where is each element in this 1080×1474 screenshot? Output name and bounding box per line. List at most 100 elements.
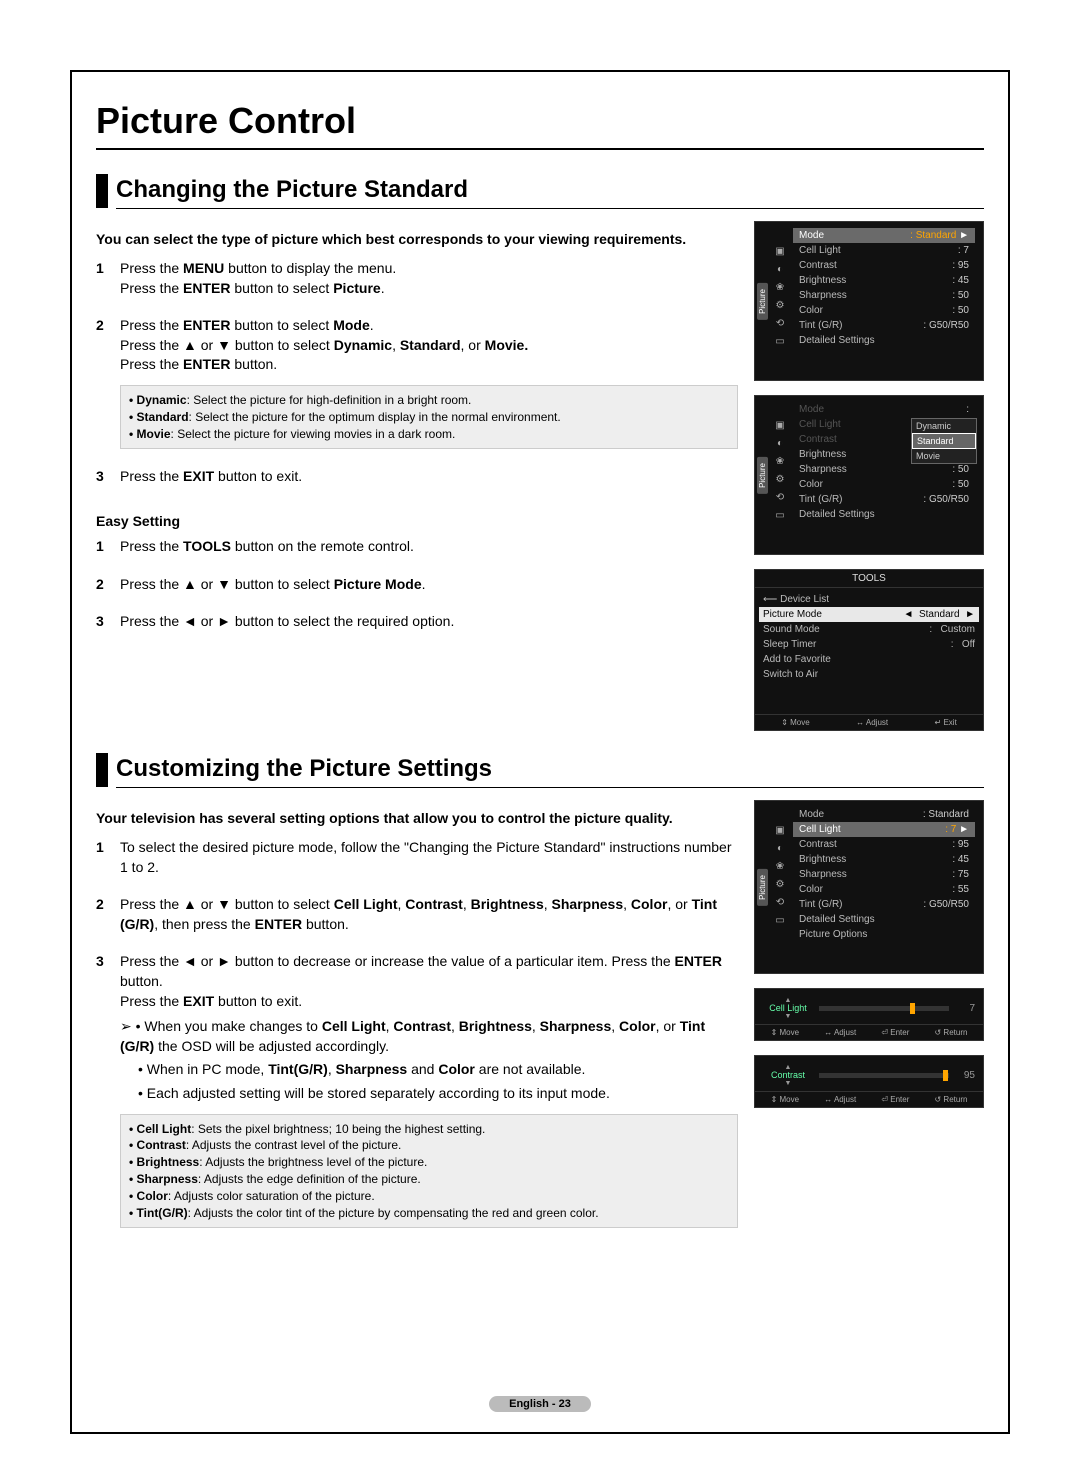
picture-icon: ▣ — [773, 418, 787, 432]
osd-side-label: Picture — [757, 869, 768, 906]
step3-body: Press the EXIT button to exit. — [120, 467, 738, 487]
osd-row: Tint (G/R): G50/R50 — [793, 897, 975, 912]
slider-value: 7 — [955, 1003, 975, 1014]
osd-panel-2: Picture ▣◐❀⚙⟲▭ Mode: Cell Light Contrast… — [754, 395, 984, 555]
page-footer: English - 23 — [72, 1398, 1008, 1410]
osd-icon-column: ▣ ◐ ❀ ⚙ ⟲ ▭ — [771, 244, 789, 348]
down-arrow-icon: ▼ — [785, 1013, 792, 1020]
channel-icon: ❀ — [773, 859, 787, 873]
slider-thumb — [943, 1070, 948, 1081]
step-num: 2 — [96, 575, 120, 595]
step-num: 2 — [96, 895, 120, 934]
osd-row: Mode: — [793, 402, 975, 417]
osd-row: Mode: Standard — [793, 807, 975, 822]
osd-icon-column: ▣ ◐ ❀ ⚙ ⟲ ▭ — [771, 823, 789, 927]
step-num: 3 — [96, 952, 120, 1228]
section-bar — [96, 174, 108, 208]
osd-row: Cell Light: 7 — [793, 243, 975, 258]
slider-track — [819, 1073, 949, 1078]
step-num: 2 — [96, 316, 120, 449]
osd-row: Brightness: 45 — [793, 852, 975, 867]
easy-step2: Press the ▲ or ▼ button to select Pictur… — [120, 575, 738, 595]
section-heading-2: Customizing the Picture Settings — [116, 753, 984, 788]
slider-footer: ⇕ Move↔ Adjust⏎ Enter↺ Return — [755, 1024, 983, 1040]
osd-row: Detailed Settings — [793, 333, 975, 348]
sound-icon: ◐ — [773, 841, 787, 855]
dropdown-option: Dynamic — [912, 419, 976, 433]
step2-body: Press the ENTER button to select Mode. P… — [120, 316, 738, 449]
slider-track — [819, 1006, 949, 1011]
slider-cell-light: ▲Cell Light▼ 7 ⇕ Move↔ Adjust⏎ Enter↺ Re… — [754, 988, 984, 1041]
osd-row: Sharpness: 50 — [793, 462, 975, 477]
tools-row: Add to Favorite — [763, 652, 975, 667]
step-num: 1 — [96, 537, 120, 557]
channel-icon: ❀ — [773, 280, 787, 294]
input-icon: ⟲ — [773, 895, 787, 909]
osd-row: Sharpness: 50 — [793, 288, 975, 303]
osd-row: Contrast: 95 — [793, 837, 975, 852]
tools-panel: TOOLS ⟵ Device List Picture Mode◄ Standa… — [754, 569, 984, 731]
dropdown-option: Movie — [912, 449, 976, 463]
step-num: 1 — [96, 838, 120, 877]
page-title: Picture Control — [96, 100, 984, 150]
intro-1: You can select the type of picture which… — [96, 231, 738, 247]
tools-footer: ⇕ Move↔ Adjust↵ Exit — [755, 714, 983, 730]
osd-row-cell-light: Cell Light: 7 ► — [793, 822, 975, 837]
mode-dropdown: Dynamic Standard Movie — [911, 418, 977, 464]
play-icon: ► — [959, 824, 969, 835]
input-icon: ⟲ — [773, 316, 787, 330]
osd-row: Contrast: 95 — [793, 258, 975, 273]
mode-descriptions: • Dynamic: Select the picture for high-d… — [120, 385, 738, 449]
osd-panel-3: Picture ▣ ◐ ❀ ⚙ ⟲ ▭ Mode: Standard Cell Light… — [754, 800, 984, 974]
picture-icon: ▣ — [773, 244, 787, 258]
tools-row: Sleep Timer: Off — [763, 637, 975, 652]
slider-value: 95 — [955, 1070, 975, 1081]
osd-row: Color: 50 — [793, 477, 975, 492]
intro-2: Your television has several setting opti… — [96, 810, 738, 826]
step-num: 1 — [96, 259, 120, 298]
s2-step2: Press the ▲ or ▼ button to select Cell L… — [120, 895, 738, 934]
osd-row: Color: 50 — [793, 303, 975, 318]
s2-step1: To select the desired picture mode, foll… — [120, 838, 738, 877]
osd-panel-1: Picture ▣ ◐ ❀ ⚙ ⟲ ▭ Mode: Standard ► Cel… — [754, 221, 984, 381]
slider-thumb — [910, 1003, 915, 1014]
tools-row: ⟵ Device List — [763, 592, 975, 607]
picture-icon: ▣ — [773, 823, 787, 837]
tools-row-picture-mode: Picture Mode◄ Standard ► — [759, 607, 979, 622]
osd-row: Color: 55 — [793, 882, 975, 897]
app-icon: ▭ — [773, 334, 787, 348]
input-icon: ⟲ — [773, 490, 787, 504]
easy-step1: Press the TOOLS button on the remote con… — [120, 537, 738, 557]
osd-row: Brightness: 45 — [793, 273, 975, 288]
tools-row: Sound Mode: Custom — [763, 622, 975, 637]
osd-row: Sharpness: 75 — [793, 867, 975, 882]
play-icon: ► — [959, 230, 969, 241]
s2-step3: Press the ◄ or ► button to decrease or i… — [120, 952, 738, 1228]
setup-icon: ⚙ — [773, 877, 787, 891]
tools-title: TOOLS — [755, 570, 983, 588]
channel-icon: ❀ — [773, 454, 787, 468]
osd-row: Tint (G/R): G50/R50 — [793, 318, 975, 333]
sound-icon: ◐ — [773, 262, 787, 276]
sound-icon: ◐ — [773, 436, 787, 450]
step1-body: Press the MENU button to display the men… — [120, 259, 738, 298]
osd-side-label: Picture — [757, 283, 768, 320]
tools-row: Switch to Air — [763, 667, 975, 682]
easy-setting-title: Easy Setting — [96, 513, 738, 529]
osd-row: Tint (G/R): G50/R50 — [793, 492, 975, 507]
app-icon: ▭ — [773, 913, 787, 927]
osd-row: Detailed Settings — [793, 507, 975, 522]
app-icon: ▭ — [773, 508, 787, 522]
section-bar — [96, 753, 108, 787]
easy-step3: Press the ◄ or ► button to select the re… — [120, 612, 738, 632]
down-arrow-icon: ▼ — [785, 1080, 792, 1087]
osd-side-label: Picture — [757, 457, 768, 494]
step-num: 3 — [96, 612, 120, 632]
osd-row: Detailed Settings — [793, 912, 975, 927]
slider-contrast: ▲Contrast▼ 95 ⇕ Move↔ Adjust⏎ Enter↺ Ret… — [754, 1055, 984, 1108]
setup-icon: ⚙ — [773, 298, 787, 312]
osd-row: Picture Options — [793, 927, 975, 942]
section-heading-1: Changing the Picture Standard — [116, 174, 984, 209]
definitions-box: • Cell Light: Sets the pixel brightness;… — [120, 1114, 738, 1229]
setup-icon: ⚙ — [773, 472, 787, 486]
